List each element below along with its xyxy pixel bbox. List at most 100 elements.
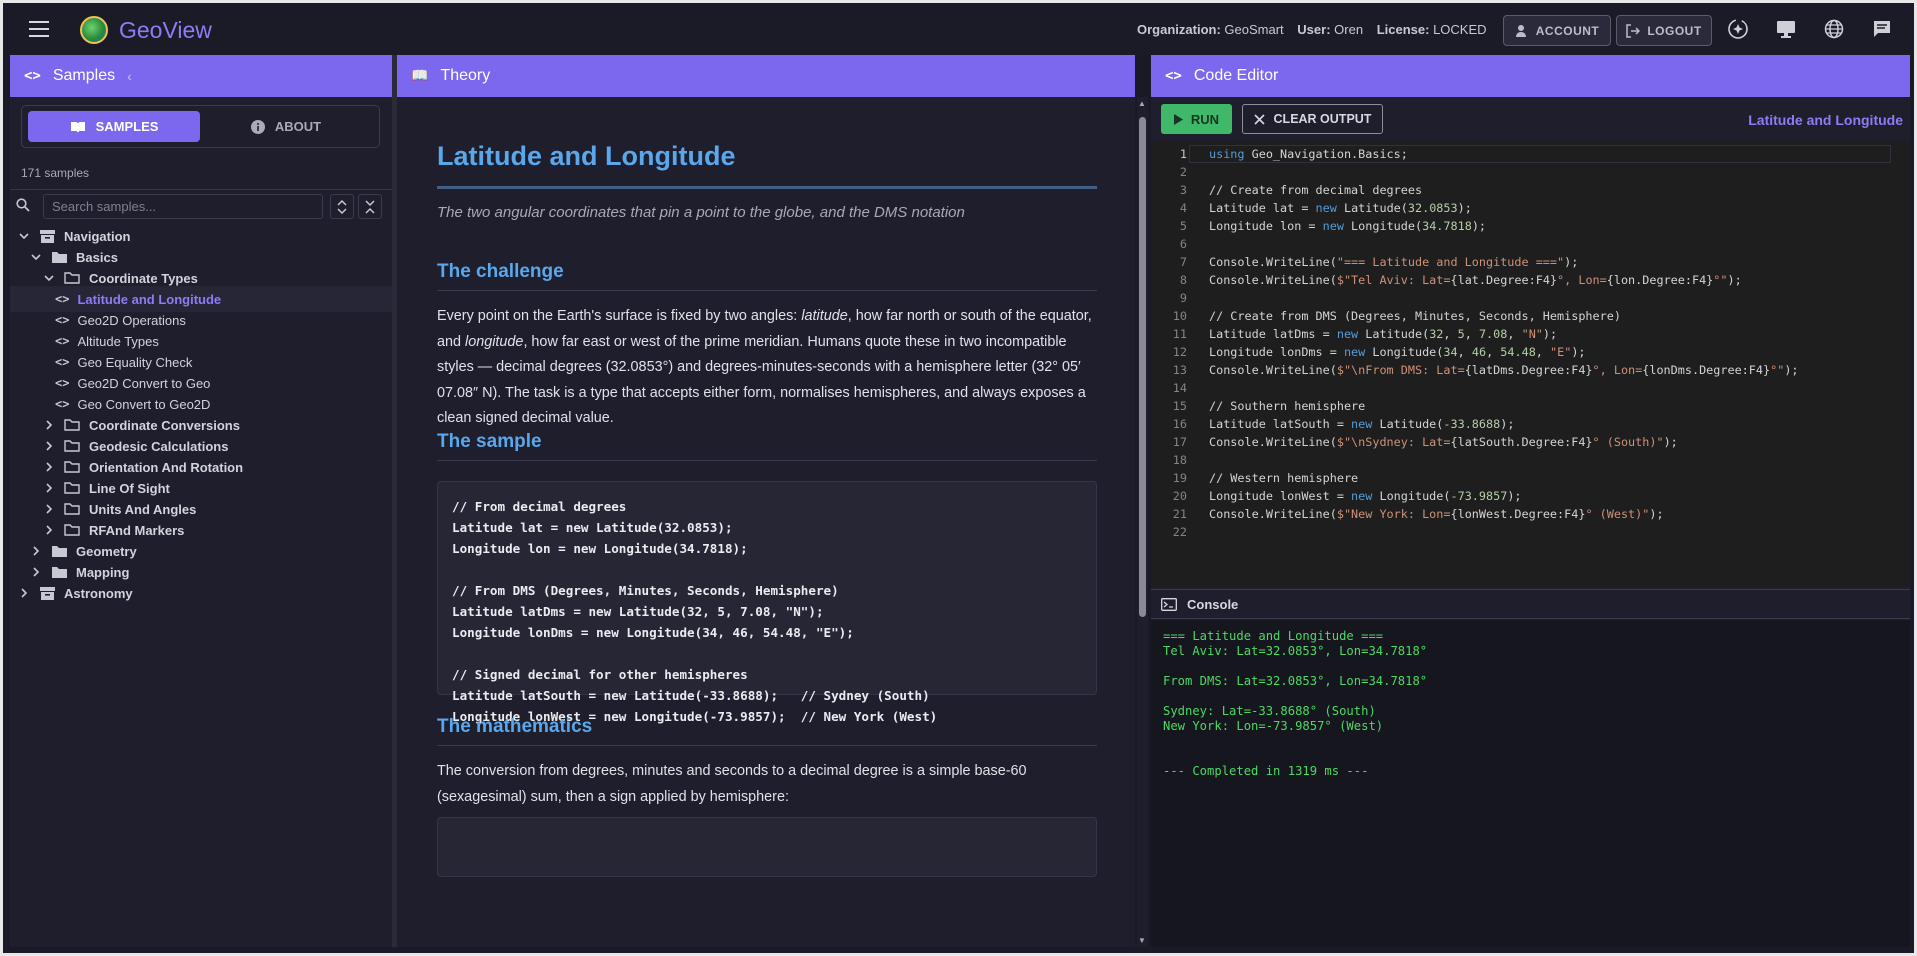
code-line[interactable]: 4 Latitude lat = new Latitude(32.0853); xyxy=(1151,199,1891,217)
logout-icon xyxy=(1626,23,1641,38)
code-editor[interactable]: 1 using Geo_Navigation.Basics; 2 3// Crea… xyxy=(1151,141,1910,587)
license-label: License: xyxy=(1376,22,1430,37)
folder-icon xyxy=(50,565,68,579)
run-label: RUN xyxy=(1190,111,1220,127)
theory-scrollbar[interactable]: ▲ ▼ xyxy=(1137,97,1148,947)
code-line[interactable]: 6 xyxy=(1151,235,1891,253)
tab-about-label: ABOUT xyxy=(274,119,322,134)
code-line[interactable]: 21 Console.WriteLine($"New York: Lon={lon… xyxy=(1151,505,1891,523)
formula-block xyxy=(437,817,1097,877)
search-row xyxy=(10,189,392,219)
heading-mathematics: The mathematics xyxy=(437,716,593,737)
code-line[interactable]: 2 xyxy=(1151,163,1891,181)
code-line[interactable]: 1 using Geo_Navigation.Basics; xyxy=(1151,145,1891,163)
collapse-chevron-icon[interactable]: ‹ xyxy=(127,68,132,84)
code-icon: <> xyxy=(55,355,70,369)
tree-label: Orientation And Rotation xyxy=(89,459,244,475)
folder-outline-icon xyxy=(63,418,81,432)
close-icon xyxy=(1253,113,1265,125)
challenge-text-3: , how far east or west of the prime meri… xyxy=(437,333,1086,427)
code-icon: <> xyxy=(55,397,70,411)
archive-icon xyxy=(38,229,56,243)
folder-outline-icon xyxy=(63,502,81,516)
heading-divider xyxy=(437,745,1097,746)
code-line[interactable]: 9 xyxy=(1151,289,1891,307)
heading-divider xyxy=(437,290,1097,291)
code-icon: <> xyxy=(1165,68,1182,84)
theory-panel-title: Theory xyxy=(440,67,491,84)
folder-outline-icon xyxy=(63,439,81,453)
code-line[interactable]: 13 Console.WriteLine($"\nFrom DMS: Lat={l… xyxy=(1151,361,1891,379)
editor-panel-title: Code Editor xyxy=(1193,67,1279,84)
chevron-down-icon xyxy=(43,272,55,284)
heading-challenge: The challenge xyxy=(437,261,564,282)
code-line[interactable]: 16 Latitude latSouth = new Latitude(-33.8… xyxy=(1151,415,1891,433)
challenge-paragraph: Every point on the Earth's surface is fi… xyxy=(437,304,1097,432)
folder-outline-icon xyxy=(63,460,81,474)
chevron-down-icon xyxy=(18,230,30,242)
scrollbar-thumb[interactable] xyxy=(1139,117,1146,617)
tree-label: Coordinate Types xyxy=(89,270,198,286)
globe-logo-icon xyxy=(80,16,108,44)
samples-panel: SAMPLES ABOUT 171 samples Navigation xyxy=(10,97,392,947)
chat-icon[interactable] xyxy=(1871,18,1893,40)
logout-label: LOGOUT xyxy=(1647,23,1702,38)
console-title: Console xyxy=(1187,596,1239,612)
account-button[interactable]: ACCOUNT xyxy=(1503,15,1611,46)
tab-samples-label: SAMPLES xyxy=(95,119,159,134)
theory-panel-header: 📖 Theory xyxy=(397,55,1135,97)
collapse-icon xyxy=(365,199,375,214)
sample-code: // From decimal degrees Latitude lat = n… xyxy=(452,499,938,724)
code-icon: <> xyxy=(55,376,70,390)
book-icon xyxy=(70,122,85,133)
scroll-up-icon[interactable]: ▲ xyxy=(1138,99,1146,108)
ai-assistant-icon[interactable] xyxy=(1727,18,1749,40)
code-line[interactable]: 19// Western hemisphere xyxy=(1151,469,1891,487)
theory-panel: Latitude and Longitude The two angular c… xyxy=(397,97,1135,947)
user-value: Oren xyxy=(1334,22,1364,37)
samples-panel-title: Samples xyxy=(52,67,116,84)
monitor-icon[interactable] xyxy=(1775,18,1797,40)
expand-all-button[interactable] xyxy=(330,194,354,219)
code-line[interactable]: 14 xyxy=(1151,379,1891,397)
code-line[interactable]: 17 Console.WriteLine($"\nSydney: Lat={lat… xyxy=(1151,433,1891,451)
tab-samples[interactable]: SAMPLES xyxy=(28,111,200,142)
samples-tabs: SAMPLES ABOUT xyxy=(21,105,380,148)
code-line[interactable]: 10// Create from DMS (Degrees, Minutes, … xyxy=(1151,307,1891,325)
code-line[interactable]: 18 xyxy=(1151,451,1891,469)
heading-sample: The sample xyxy=(437,431,542,452)
code-line[interactable]: 5 Longitude lon = new Longitude(34.7818); xyxy=(1151,217,1891,235)
license-value: LOCKED xyxy=(1433,22,1487,37)
run-button[interactable]: RUN xyxy=(1161,104,1232,134)
search-input[interactable] xyxy=(43,194,323,219)
clear-output-button[interactable]: CLEAR OUTPUT xyxy=(1242,104,1383,134)
tab-about[interactable]: ABOUT xyxy=(200,111,372,142)
longitude-term: longitude xyxy=(465,333,524,350)
menu-icon[interactable] xyxy=(29,21,49,37)
search-icon xyxy=(16,198,30,212)
tree-label: Geodesic Calculations xyxy=(89,438,229,454)
logout-button[interactable]: LOGOUT xyxy=(1616,15,1712,46)
collapse-all-button[interactable] xyxy=(358,194,382,219)
code-line[interactable]: 20 Longitude lonWest = new Longitude(-73.… xyxy=(1151,487,1891,505)
language-globe-icon[interactable] xyxy=(1823,18,1845,40)
console-line: Tel Aviv: Lat=32.0853°, Lon=34.7818° xyxy=(1163,644,1428,658)
user-label: User: xyxy=(1297,22,1331,37)
current-sample-title: Latitude and Longitude xyxy=(1748,112,1903,128)
scroll-down-icon[interactable]: ▼ xyxy=(1138,936,1146,945)
code-line[interactable]: 12 Longitude lonDms = new Longitude(34, 4… xyxy=(1151,343,1891,361)
sample-count: 171 samples xyxy=(21,166,90,180)
tree-node-astronomy[interactable]: Astronomy xyxy=(10,580,392,606)
code-line[interactable]: 22 xyxy=(1151,523,1891,541)
code-line[interactable]: 11 Latitude latDms = new Latitude(32, 5, … xyxy=(1151,325,1891,343)
code-line[interactable]: 8 Console.WriteLine($"Tel Aviv: Lat={lat.… xyxy=(1151,271,1891,289)
latitude-term: latitude xyxy=(801,308,848,324)
code-line[interactable]: 3// Create from decimal degrees xyxy=(1151,181,1891,199)
tree-label: RFAnd Markers xyxy=(89,522,185,538)
code-line[interactable]: 7 Console.WriteLine("=== Latitude and Lon… xyxy=(1151,253,1891,271)
book-icon: 📖 xyxy=(411,68,429,84)
tree-label: Geo Convert to Geo2D xyxy=(77,396,211,412)
tree-label: Navigation xyxy=(64,228,131,244)
code-line[interactable]: 15// Southern hemisphere xyxy=(1151,397,1891,415)
tree-label: Coordinate Conversions xyxy=(89,417,240,433)
